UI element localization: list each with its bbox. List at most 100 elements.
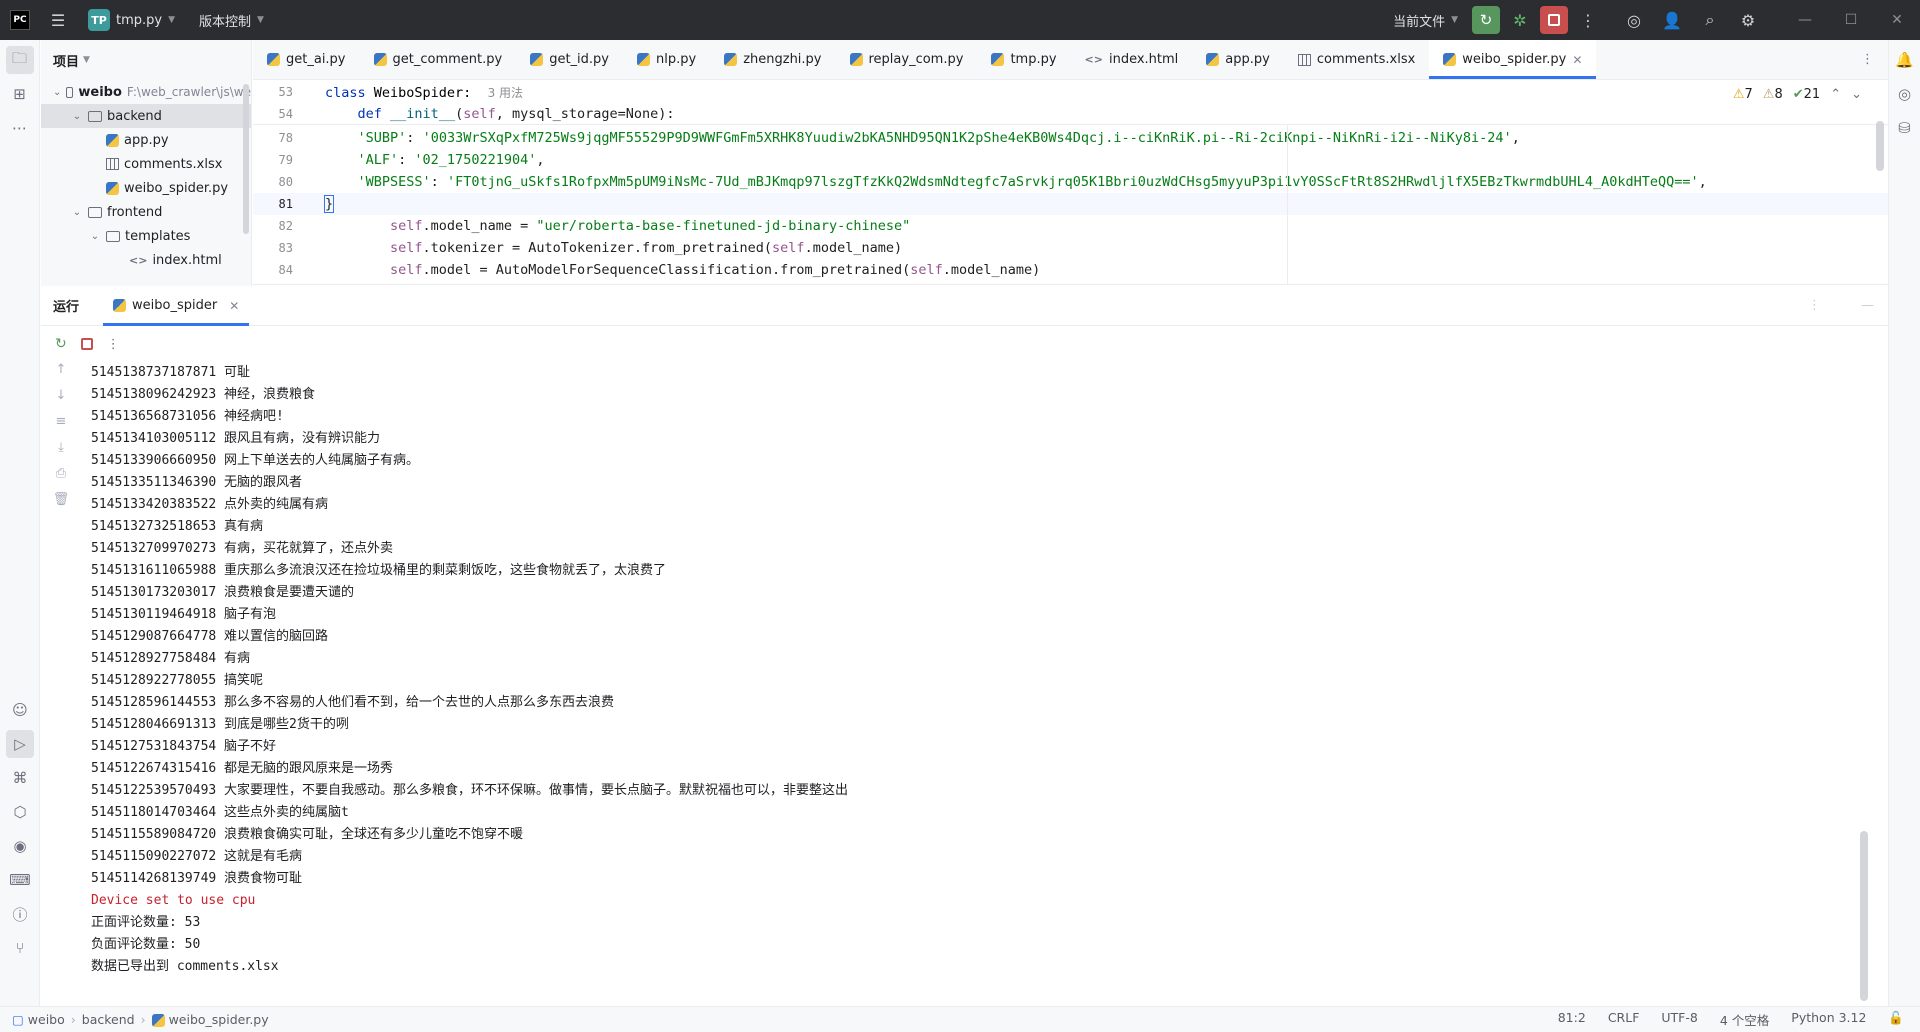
add-user-icon[interactable]: 👤 [1658,6,1686,34]
tree-item-comments-xlsx[interactable]: comments.xlsx [41,152,251,176]
rerun-button[interactable]: ↻ [1472,6,1500,34]
editor-tab[interactable]: app.py [1192,40,1284,79]
chevron-down-icon[interactable]: ⌄ [89,231,101,242]
breadcrumb-label: backend [81,1012,135,1027]
minimize-button[interactable]: — [1782,12,1828,28]
editor-tab[interactable]: get_ai.py [253,40,360,79]
scroll-down-icon[interactable]: ↓ [41,388,81,414]
run-tab-weibo-spider[interactable]: weibo_spider ✕ [103,286,250,326]
notifications-bell-icon[interactable]: 🔔 [1893,46,1917,74]
editor-tab[interactable]: weibo_spider.py ✕ [1429,40,1597,79]
more-tools-icon[interactable]: ⋯ [6,114,34,142]
editor-tab[interactable]: get_comment.py [360,40,517,79]
self-keyword: self [910,262,943,278]
console-scrollbar[interactable] [1860,831,1868,1001]
chevron-down-icon[interactable]: ⌄ [53,87,61,98]
project-panel-header[interactable]: 项目 ▼ [41,40,251,80]
print-icon[interactable]: ⎙ [41,466,81,492]
stop-icon[interactable] [80,338,93,350]
project-scrollbar[interactable] [243,84,249,234]
tree-item-templates[interactable]: ⌄ templates [41,224,251,248]
run-tool-icon[interactable]: ▷ [6,730,34,758]
chevron-down-icon[interactable]: ⌄ [71,111,83,122]
editor-tab[interactable]: replay_com.py [836,40,978,79]
more-options-icon[interactable]: ⋮ [1808,298,1821,313]
indent-setting[interactable]: 4 个空格 [1720,1010,1769,1029]
tree-item-app-py[interactable]: app.py [41,128,251,152]
tree-item-frontend[interactable]: ⌄ frontend [41,200,251,224]
ai-assistant-icon[interactable]: ◎ [1893,80,1917,108]
python-console-icon[interactable]: ⌘ [6,764,34,792]
terminal-icon[interactable]: ⌨ [6,866,34,894]
code-text: , [1698,174,1707,190]
ai-chat-icon[interactable]: ☺ [6,696,34,724]
code-line: 80 'WBPSESS': 'FT0tjnG_uSkfs1RofpxMm5pUM… [253,171,1707,193]
git-icon[interactable]: ⑂ [6,934,34,962]
console-output[interactable]: 5145138737187871 可耻 5145138096242923 神经，浪… [91,362,1871,1006]
tree-root-weibo[interactable]: ⌄ weibo F:\web_crawler\js\we [41,80,251,104]
editor-tab[interactable]: get_id.py [516,40,623,79]
project-folder-icon[interactable]: 🗀 [5,46,34,74]
inspection-widget[interactable]: ⚠7 ⚠8 ✔21 ⌃ ⌄ [1733,87,1862,102]
breadcrumb-item[interactable]: backend [82,1012,135,1027]
close-icon[interactable]: ✕ [1572,53,1582,67]
code-line: 54 def __init__(self, mysql_storage=None… [253,103,675,125]
editor-tab-bar: get_ai.py get_comment.py get_id.py nlp.py zh… [253,40,1888,80]
minimize-panel-icon[interactable]: — [1861,298,1874,313]
editor-tab[interactable]: nlp.py [623,40,710,79]
close-window-button[interactable]: ✕ [1874,12,1920,28]
rerun-icon[interactable]: ↻ [55,336,67,352]
code-text: } [323,195,335,213]
project-switcher[interactable]: TP tmp.py ▼ [80,9,183,31]
line-separator[interactable]: CRLF [1608,1010,1640,1029]
chevron-up-icon[interactable]: ⌃ [1830,87,1841,102]
tree-item-index-html[interactable]: <> index.html [41,248,251,272]
run-config-selector[interactable]: 当前文件 ▼ [1385,11,1466,30]
problems-icon[interactable]: ⓘ [6,900,34,928]
database-icon[interactable]: ⛁ [1893,114,1917,142]
scroll-up-icon[interactable]: ↑ [41,362,81,388]
stop-button[interactable] [1540,6,1568,34]
warning-icon: ⚠ [1732,87,1745,102]
more-actions-icon[interactable]: ⋮ [1574,6,1602,34]
file-encoding[interactable]: UTF-8 [1661,1010,1697,1029]
chevron-down-icon[interactable]: ⌄ [1851,87,1862,102]
more-actions-icon[interactable]: ⋮ [107,337,120,352]
lock-icon[interactable]: 🔓 [1888,1010,1904,1029]
tree-item-weibo-spider-py[interactable]: weibo_spider.py [41,176,251,200]
python-file-icon [267,53,280,66]
vcs-menu[interactable]: 版本控制 ▼ [191,11,272,30]
editor-tab[interactable]: comments.xlsx [1284,40,1429,79]
editor-tab[interactable]: <> index.html [1071,40,1193,79]
chevron-down-icon[interactable]: ⌄ [71,207,83,218]
soft-wrap-icon[interactable]: ≡ [41,414,81,440]
tree-item-backend[interactable]: ⌄ backend [41,104,251,128]
breadcrumb-item[interactable]: weibo_spider.py [151,1012,269,1027]
string-literal: 'WBPSESS' [357,174,431,190]
maximize-button[interactable]: ☐ [1828,12,1874,28]
table-file-icon [106,158,119,170]
caret-position[interactable]: 81:2 [1558,1010,1586,1029]
debug-icon[interactable]: ✲ [1506,6,1534,34]
editor-tab[interactable]: zhengzhi.py [710,40,835,79]
code-editor[interactable]: 53 class WeiboSpider: 3 用法 54 def __init… [253,81,1888,285]
ai-assistant-icon[interactable]: ◎ [1620,6,1648,34]
line-number: 53 [278,85,293,99]
tab-actions-icon[interactable]: ⋮ [1861,40,1888,79]
search-icon[interactable]: ⌕ [1696,6,1724,34]
editor-scrollbar[interactable] [1876,121,1884,171]
interpreter-selector[interactable]: Python 3.12 [1791,1010,1866,1029]
trash-icon[interactable]: 🗑 [41,492,81,518]
python-packages-icon[interactable]: ⬡ [6,798,34,826]
python-file-icon [637,53,650,66]
main-menu-icon[interactable]: ☰ [44,6,72,34]
editor-tab[interactable]: tmp.py [977,40,1070,79]
console-line: 5145138096242923 神经，浪费粮食 [91,387,316,402]
scroll-to-end-icon[interactable]: ⤓ [41,440,81,466]
structure-icon[interactable]: ⊞ [6,80,34,108]
settings-gear-icon[interactable]: ⚙ [1734,6,1762,34]
close-icon[interactable]: ✕ [229,299,239,313]
services-icon[interactable]: ◉ [6,832,34,860]
breadcrumb-item[interactable]: ▢ weibo [12,1012,65,1027]
usages-hint[interactable]: 3 用法 [488,86,523,100]
